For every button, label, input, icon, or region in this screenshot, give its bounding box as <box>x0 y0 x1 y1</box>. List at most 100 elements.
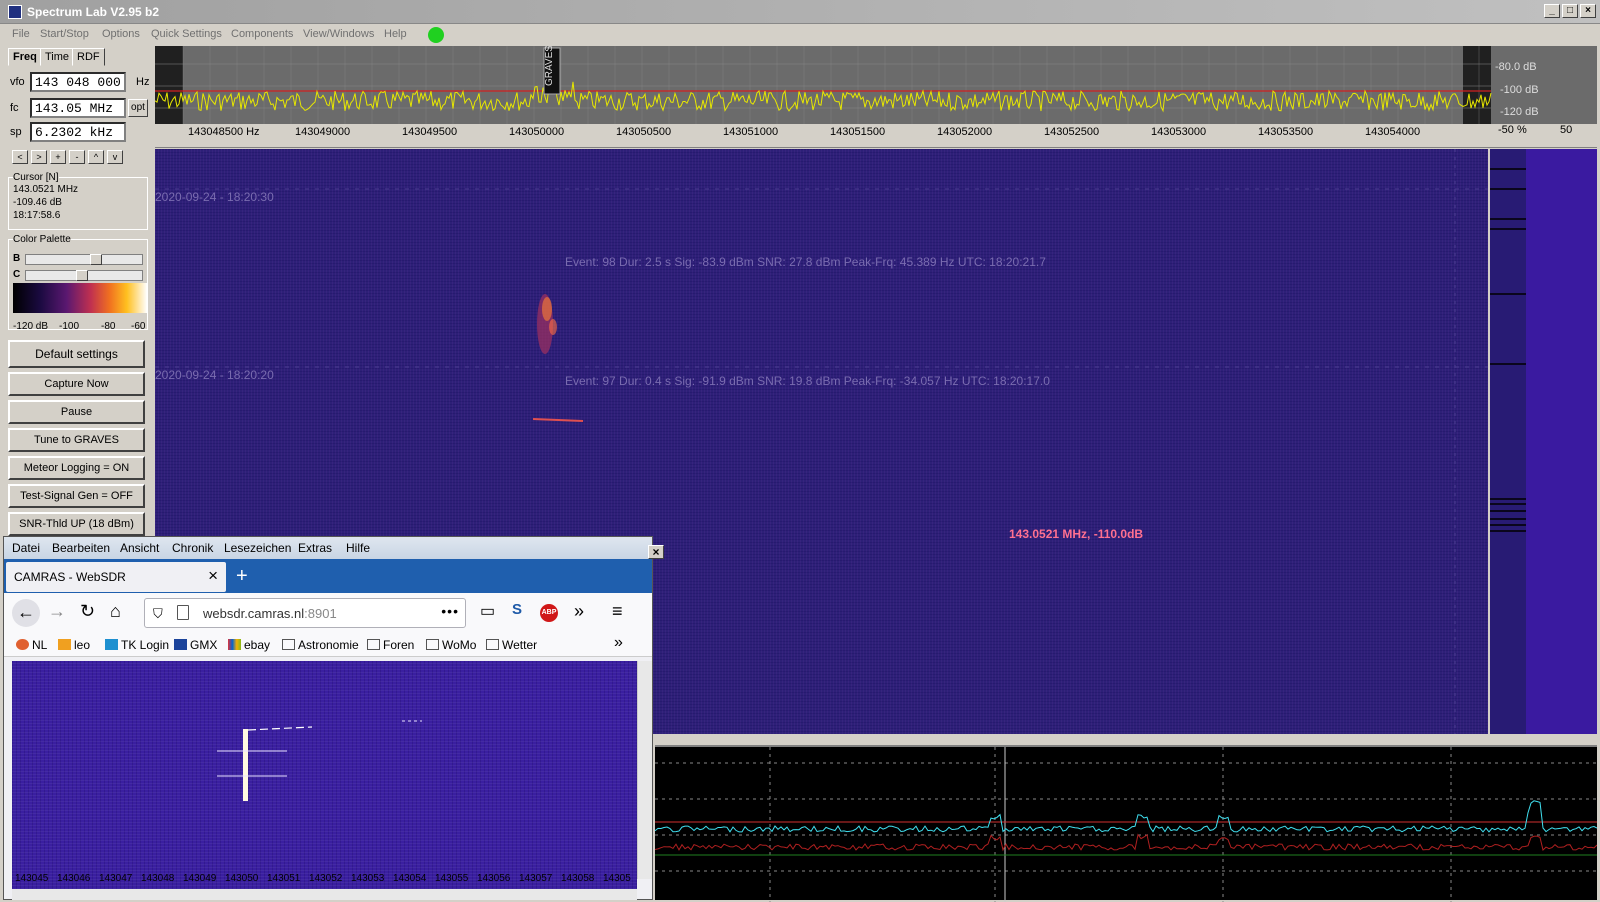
bookmark-foren[interactable]: Foren <box>367 638 414 652</box>
adblock-icon[interactable]: ABP <box>540 604 558 622</box>
new-tab-icon[interactable]: + <box>236 565 248 588</box>
browser-close-button[interactable]: × <box>648 545 664 559</box>
tab-time[interactable]: Time <box>40 48 75 66</box>
nav-right-button[interactable]: > <box>31 150 47 164</box>
graves-marker: GRAVES <box>544 46 555 86</box>
fc-opt-button[interactable]: opt <box>128 99 148 117</box>
contrast-slider-knob[interactable] <box>76 270 88 281</box>
bookmark-ebay[interactable]: ebay <box>228 638 270 652</box>
cursor-legend: Cursor [N] <box>13 172 59 183</box>
contrast-slider[interactable] <box>25 270 143 281</box>
event-label-97: Event: 97 Dur: 0.4 s Sig: -91.9 dBm SNR:… <box>565 374 1050 388</box>
folder-icon <box>486 639 499 650</box>
bookmark-gmx[interactable]: GMX <box>174 638 217 652</box>
browser-menu-bearbeiten[interactable]: Bearbeiten <box>52 541 110 555</box>
back-icon[interactable]: ← <box>12 599 40 627</box>
browser-tab[interactable]: CAMRAS - WebSDR × <box>6 562 226 592</box>
menu-options[interactable]: Options <box>102 28 140 40</box>
tab-rdf[interactable]: RDF <box>72 48 105 66</box>
vfo-input[interactable]: 143 048 000 <box>30 72 126 92</box>
reload-icon[interactable]: ↻ <box>80 601 95 622</box>
close-button[interactable]: × <box>1580 4 1596 18</box>
snr-threshold-button[interactable]: SNR-Thld UP (18 dBm) <box>8 512 145 536</box>
fc-input[interactable]: 143.05 MHz <box>30 98 126 118</box>
palette-tick: -100 <box>59 321 80 332</box>
bookmark-label: leo <box>74 638 91 652</box>
firefox-window: Datei Bearbeiten Ansicht Chronik Lesezei… <box>3 536 664 900</box>
bookmark-astronomie[interactable]: Astronomie <box>282 638 359 652</box>
nav-left-button[interactable]: < <box>12 150 28 164</box>
status-indicator-icon[interactable] <box>428 27 444 43</box>
home-icon[interactable]: ⌂ <box>110 601 121 622</box>
websdr-freq-tick: 143052 <box>309 873 343 884</box>
level-strip: -50 % 50 <box>1490 124 1597 734</box>
spectrum-display[interactable]: GRAVES -80.0 dB -100 dB -120 dB <box>155 46 1597 124</box>
websdr-horizontal-scrollbar[interactable] <box>12 889 637 900</box>
s-extension-icon[interactable]: S <box>512 601 522 618</box>
sp-input[interactable]: 6.2302 kHz <box>30 122 126 142</box>
menu-quick-settings[interactable]: Quick Settings <box>151 28 222 40</box>
forward-icon[interactable]: → <box>48 601 66 622</box>
tab-freq[interactable]: Freq <box>8 48 42 66</box>
pause-button[interactable]: Pause <box>8 400 145 424</box>
browser-menu-hilfe[interactable]: Hilfe <box>346 541 370 555</box>
hamburger-menu-icon[interactable]: ≡ <box>612 601 623 622</box>
leo-icon <box>58 639 71 650</box>
level-strip-bar <box>1526 149 1597 734</box>
menu-components[interactable]: Components <box>231 28 293 40</box>
title-bar: Spectrum Lab V2.95 b2 _ □ × <box>0 0 1600 24</box>
page-info-icon[interactable] <box>177 605 189 620</box>
websdr-freq-tick: 143057 <box>519 873 553 884</box>
freq-tick-label: 143054000 <box>1365 126 1421 138</box>
palette-tick: -120 dB <box>13 321 49 332</box>
timestamp-label: 2020-09-24 - 18:20:20 <box>155 368 274 382</box>
freq-tick-label: 143052500 <box>1044 126 1100 138</box>
browser-menu-extras[interactable]: Extras <box>298 541 332 555</box>
menu-start-stop[interactable]: Start/Stop <box>40 28 89 40</box>
reader-view-icon[interactable]: ▭ <box>480 601 495 621</box>
browser-menu-chronik[interactable]: Chronik <box>172 541 213 555</box>
bookmarks-overflow-icon[interactable]: » <box>614 634 623 652</box>
menu-view-windows[interactable]: View/Windows <box>303 28 374 40</box>
url-text[interactable]: websdr.camras.nl:8901 <box>203 606 337 621</box>
overflow-icon[interactable]: » <box>574 601 584 622</box>
tracking-shield-icon[interactable]: ⛉ <box>153 606 163 622</box>
bookmark-wetter[interactable]: Wetter <box>486 638 537 652</box>
maximize-button[interactable]: □ <box>1562 4 1578 18</box>
tune-graves-button[interactable]: Tune to GRAVES <box>8 428 145 452</box>
menu-help[interactable]: Help <box>384 28 407 40</box>
page-actions-icon[interactable]: ••• <box>441 603 459 619</box>
bookmark-leo[interactable]: leo <box>58 638 90 652</box>
websdr-freq-tick: 143051 <box>267 873 301 884</box>
websdr-freq-tick: 143050 <box>225 873 259 884</box>
websdr-vertical-scrollbar[interactable] <box>637 661 652 879</box>
test-signal-button[interactable]: Test-Signal Gen = OFF <box>8 484 145 508</box>
browser-tab-strip: CAMRAS - WebSDR × + <box>4 559 652 593</box>
websdr-freq-tick: 143054 <box>393 873 427 884</box>
fc-label: fc <box>10 102 19 114</box>
zoom-in-button[interactable]: + <box>50 150 66 164</box>
nav-up-button[interactable]: ^ <box>88 150 104 164</box>
capture-now-button[interactable]: Capture Now <box>8 372 145 396</box>
browser-menu-ansicht[interactable]: Ansicht <box>120 541 159 555</box>
brightness-slider-knob[interactable] <box>90 254 102 265</box>
meteor-logging-button[interactable]: Meteor Logging = ON <box>8 456 145 480</box>
color-palette-bar <box>13 283 147 313</box>
nav-down-button[interactable]: v <box>107 150 123 164</box>
bookmark-tk-login[interactable]: TK Login <box>105 638 169 652</box>
browser-menu-lesezeichen[interactable]: Lesezeichen <box>224 541 291 555</box>
percent-value: 50 <box>1560 124 1573 136</box>
zoom-out-button[interactable]: - <box>69 150 85 164</box>
browser-menu-datei[interactable]: Datei <box>12 541 40 555</box>
websdr-waterfall[interactable] <box>12 661 637 889</box>
default-settings-button[interactable]: Default settings <box>8 340 145 368</box>
signal-history-plot[interactable] <box>655 745 1597 902</box>
tab-close-icon[interactable]: × <box>208 566 218 586</box>
url-bar[interactable]: ⛉ websdr.camras.nl:8901 ••• <box>144 598 466 628</box>
brightness-slider[interactable] <box>25 254 143 265</box>
bookmark-womo[interactable]: WoMo <box>426 638 476 652</box>
menu-file[interactable]: File <box>12 28 30 40</box>
minimize-button[interactable]: _ <box>1544 4 1560 18</box>
bookmark-label: TK Login <box>121 638 170 652</box>
bookmark-nl[interactable]: NL <box>16 638 47 652</box>
